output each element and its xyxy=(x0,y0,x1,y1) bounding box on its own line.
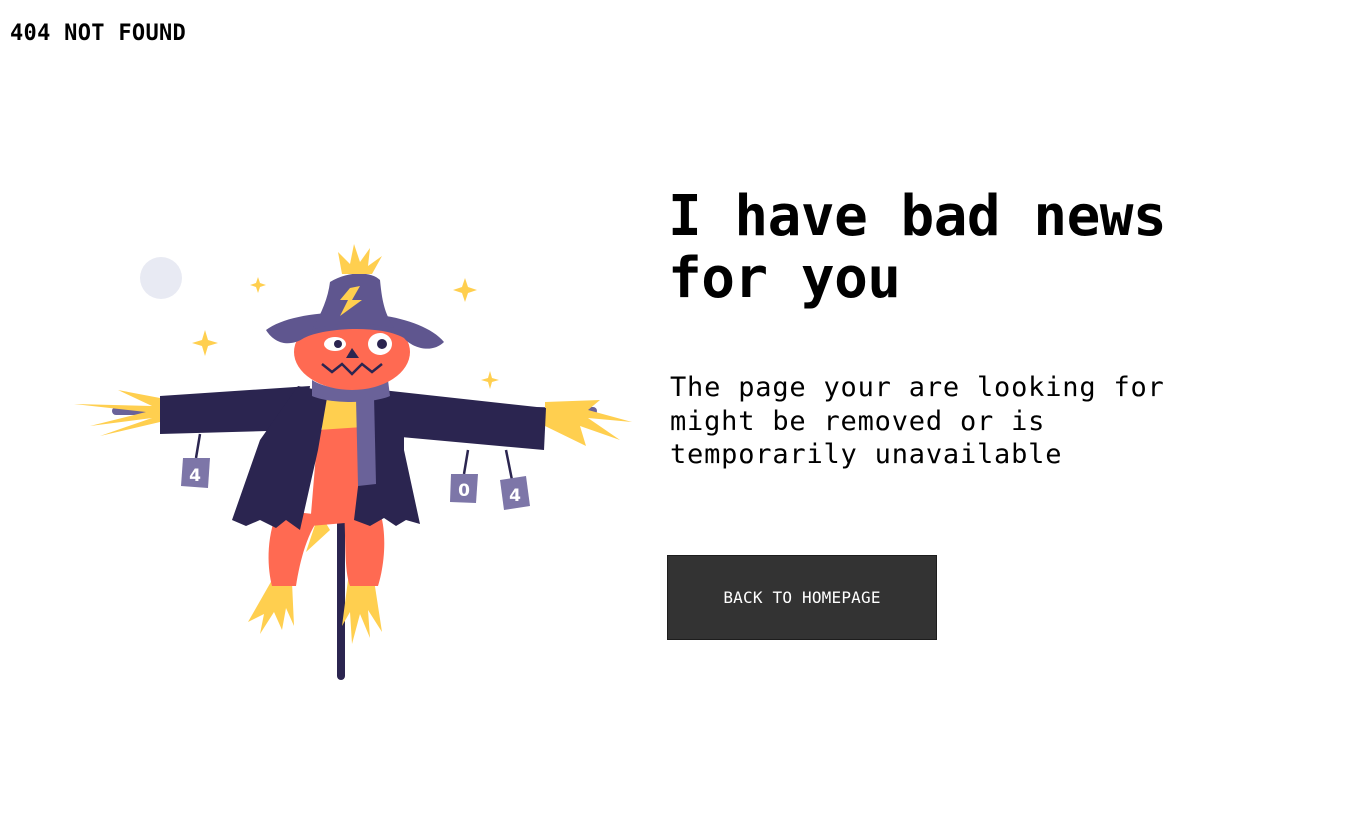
headline: I have bad news for you xyxy=(668,184,1167,311)
can-icon: 4 xyxy=(500,476,530,510)
moon-icon xyxy=(140,257,182,299)
sparkle-icon xyxy=(192,330,218,356)
can-icon: 0 xyxy=(450,474,478,503)
can-label: 0 xyxy=(458,481,470,501)
error-message: The page your are looking for might be r… xyxy=(670,372,1165,470)
can-icon: 4 xyxy=(181,458,210,488)
back-to-homepage-button[interactable]: BACK TO HOMEPAGE xyxy=(667,555,937,640)
sparkle-icon xyxy=(250,277,266,293)
sparkle-icon xyxy=(481,371,499,389)
sparkle-icon xyxy=(453,278,477,302)
can-label: 4 xyxy=(509,486,521,506)
can-label: 4 xyxy=(189,466,201,486)
page-title: 404 NOT FOUND xyxy=(10,21,187,46)
scarecrow-illustration: 4 0 4 xyxy=(60,230,650,700)
